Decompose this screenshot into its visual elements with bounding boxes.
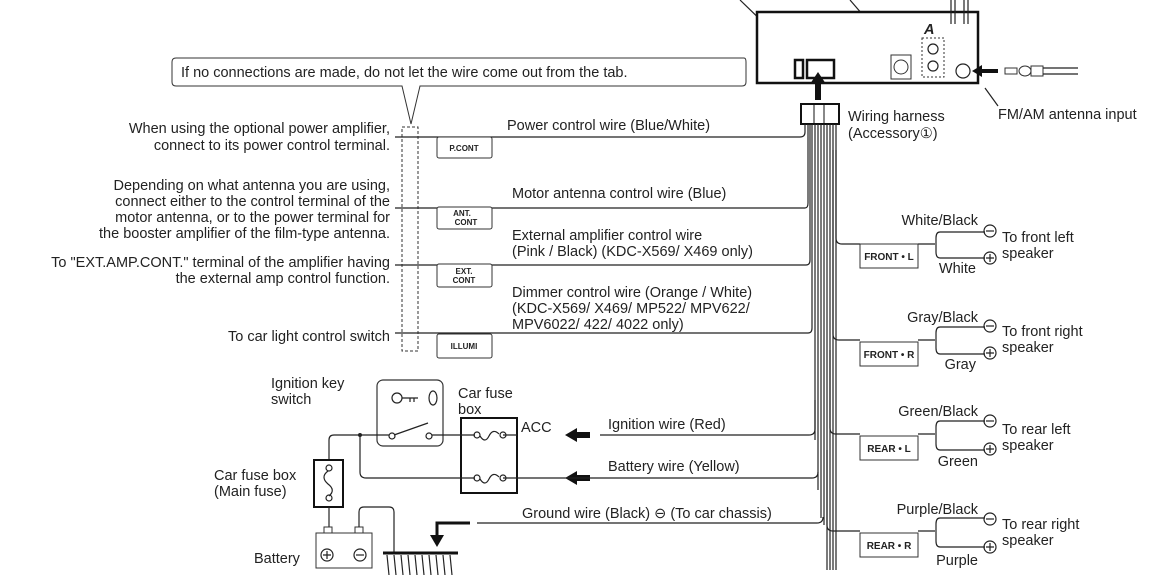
car-fuse-box-label: Car fuse — [458, 386, 513, 402]
neg-wire-label: Purple/Black — [897, 502, 979, 518]
ignition-key-label: Ignition key — [271, 376, 345, 392]
tab-group-outline — [401, 126, 419, 352]
tab-ext-cont: EXT. CONT — [436, 263, 493, 288]
pos-wire-label: Gray — [945, 357, 977, 373]
tab-p-cont: P.CONT — [436, 136, 493, 159]
callout: If no connections are made, do not let t… — [171, 57, 747, 125]
wire-label: External amplifier control wire — [512, 228, 702, 244]
wire-label: (Pink / Black) (KDC-X569/ X469 only) — [512, 244, 753, 260]
acc-label: ACC — [521, 420, 552, 436]
wire-label: Power control wire (Blue/White) — [507, 118, 710, 134]
ignition-key-label: switch — [271, 392, 311, 408]
callout-text: If no connections are made, do not let t… — [181, 65, 628, 81]
ignition-switch — [376, 379, 444, 447]
pos-wire-label: Green — [938, 454, 978, 470]
tab-label: CONT — [453, 276, 476, 285]
pos-wire-label: Purple — [936, 553, 978, 569]
neg-wire-label: Gray/Black — [907, 310, 979, 326]
harness-accessory-label: (Accessory①) — [848, 126, 938, 142]
main-fuse — [313, 459, 344, 508]
neg-wire-label: Green/Black — [898, 404, 979, 420]
neg-wire-label: White/Black — [901, 213, 978, 229]
wire-label: Dimmer control wire (Orange / White) — [512, 285, 752, 301]
left-notes: When using the optional power amplifier,… — [51, 121, 390, 345]
power-section: Ignition wire (Red) Battery wire (Yellow… — [214, 376, 824, 576]
tab-illumi: ILLUMI — [436, 333, 493, 359]
ground-wire-label: Ground wire (Black) ⊖ (To car chassis) — [522, 506, 772, 522]
tab-ant-cont: ANT. CONT — [436, 206, 493, 230]
main-fuse-label: Car fuse box — [214, 468, 297, 484]
arrow-down-icon — [435, 521, 470, 537]
speaker-tab: REAR • L — [867, 444, 911, 455]
antenna-input-label: FM/AM antenna input — [998, 107, 1137, 123]
ignition-wire-label: Ignition wire (Red) — [608, 417, 726, 433]
note: To "EXT.AMP.CONT." terminal of the ampli… — [51, 255, 390, 271]
label-a: A — [923, 22, 934, 38]
tab-label: ANT. — [453, 209, 471, 218]
head-unit: A — [739, 0, 980, 85]
tab-label: EXT. — [456, 267, 473, 276]
arrow-left-icon — [565, 428, 590, 442]
speaker-target: speaker — [1002, 533, 1054, 549]
speaker-target: speaker — [1002, 340, 1054, 356]
tab-label: P.CONT — [449, 144, 478, 153]
tab-label: ILLUMI — [451, 342, 478, 351]
note: To car light control switch — [228, 329, 390, 345]
speaker-target: speaker — [1002, 246, 1054, 262]
note: connect to its power control terminal. — [154, 138, 390, 154]
note: When using the optional power amplifier, — [129, 121, 390, 137]
battery-wire-label: Battery wire (Yellow) — [608, 459, 740, 475]
speaker-target: To front right — [1002, 324, 1083, 340]
wire-label: Motor antenna control wire (Blue) — [512, 186, 726, 202]
note: the external amp control function. — [176, 271, 390, 287]
note: connect either to the control terminal o… — [115, 194, 390, 210]
tab-label: CONT — [455, 218, 478, 227]
car-fuse-box-label: box — [458, 402, 482, 418]
antenna-plug: FM/AM antenna input — [972, 65, 1137, 123]
note: Depending on what antenna you are using, — [113, 178, 390, 194]
main-fuse-label: (Main fuse) — [214, 484, 287, 500]
control-wires: P.CONT ANT. CONT EXT. CONT ILLUMI Power … — [395, 118, 813, 359]
pos-wire-label: White — [939, 261, 976, 277]
speaker-target: To rear right — [1002, 517, 1079, 533]
note: the booster amplifier of the film-type a… — [99, 226, 390, 242]
speaker-target: To rear left — [1002, 422, 1071, 438]
speaker-tab: FRONT • L — [864, 252, 914, 263]
speaker-target: speaker — [1002, 438, 1054, 454]
speaker-front-left: FRONT • L White/Black White To front lef… — [835, 150, 1074, 277]
speaker-tab: FRONT • R — [864, 350, 915, 361]
note: motor antenna, or to the power terminal … — [115, 210, 390, 226]
car-fuse-box — [460, 417, 518, 494]
wire-label: MPV6022/ 422/ 4022 only) — [512, 317, 684, 333]
speaker-tab: REAR • R — [867, 541, 912, 552]
wire-label: (KDC-X569/ X469/ MP522/ MPV622/ — [512, 301, 751, 317]
battery-label: Battery — [254, 551, 301, 567]
wiring-diagram: If no connections are made, do not let t… — [51, 0, 1137, 576]
speaker-target: To front left — [1002, 230, 1074, 246]
harness-label: Wiring harness — [848, 109, 945, 125]
